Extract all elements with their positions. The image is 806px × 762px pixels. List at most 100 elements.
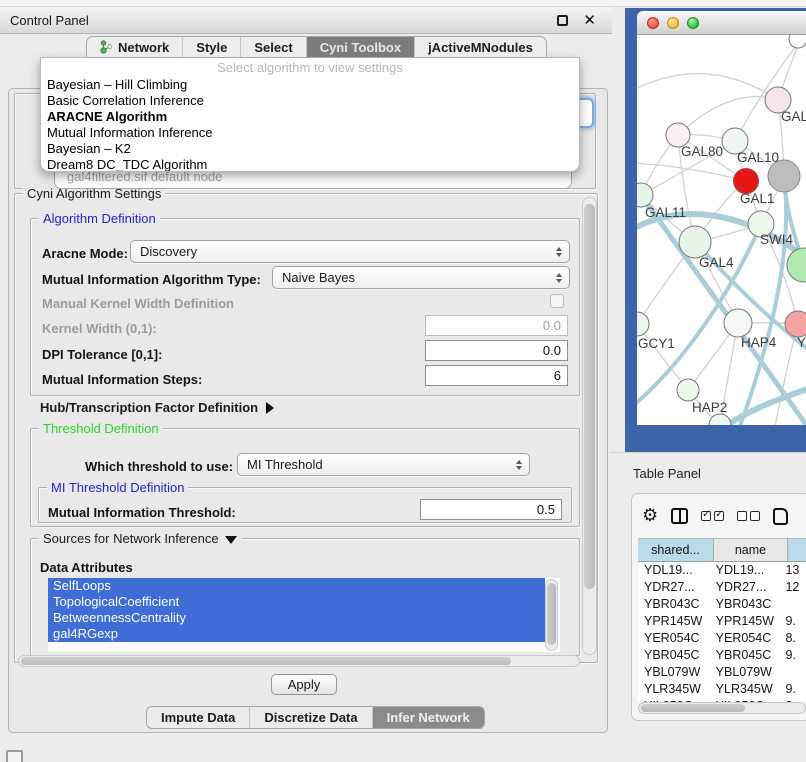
tab-select[interactable]: Select bbox=[241, 37, 306, 57]
application-window: Control Panel ✕ NetworkStyleSelectCyni T… bbox=[0, 0, 806, 762]
settings-hscrollbar[interactable] bbox=[18, 655, 580, 667]
kernel-width-field[interactable]: 0.0 bbox=[425, 315, 568, 336]
table-cell: 9. bbox=[779, 647, 806, 664]
float-window-icon[interactable] bbox=[557, 15, 568, 26]
network-node[interactable] bbox=[734, 169, 759, 194]
column-header-shared[interactable]: shared... bbox=[638, 539, 714, 561]
top-strip bbox=[0, 0, 806, 7]
table-cell: YBR043C bbox=[638, 596, 710, 613]
network-edge[interactable] bbox=[735, 41, 800, 141]
select-all-columns-icon[interactable] bbox=[701, 511, 724, 521]
table-toolbar: ⚙ bbox=[642, 502, 788, 530]
table-row[interactable]: YDR27...YDR27...12 bbox=[638, 579, 806, 596]
network-edge[interactable] bbox=[641, 195, 806, 425]
mi-threshold-field[interactable]: 0.5 bbox=[420, 499, 562, 520]
network-node[interactable] bbox=[709, 414, 731, 425]
aracne-mode-combo[interactable]: Discovery bbox=[130, 240, 570, 263]
control-panel-titlebar: Control Panel ✕ bbox=[0, 7, 612, 34]
attribute-item-topologicalcoefficient[interactable]: TopologicalCoefficient bbox=[48, 594, 545, 610]
table-row[interactable]: YER054CYER054C8. bbox=[638, 630, 806, 647]
network-node[interactable] bbox=[637, 183, 653, 207]
table-cell bbox=[779, 664, 806, 681]
network-node-label: GAL4 bbox=[699, 255, 734, 270]
attribute-item-selfloops[interactable]: SelfLoops bbox=[48, 578, 545, 594]
hub-definition-expander[interactable]: Hub/Transcription Factor Definition bbox=[40, 400, 274, 415]
attribute-item-gal4rgexp[interactable]: gal4RGexp bbox=[48, 626, 545, 642]
apply-button-label: Apply bbox=[288, 677, 321, 692]
kernel-width-label: Kernel Width (0,1): bbox=[42, 321, 157, 336]
data-attributes-list: SelfLoopsTopologicalCoefficientBetweenne… bbox=[48, 578, 560, 652]
table-cell: 13 bbox=[779, 562, 806, 579]
mi-algorithm-type-combo[interactable]: Naive Bayes bbox=[272, 266, 570, 289]
column-header-2[interactable] bbox=[788, 539, 806, 561]
dpi-tolerance-field[interactable]: 0.0 bbox=[425, 340, 568, 361]
which-threshold-combo[interactable]: MI Threshold bbox=[237, 453, 530, 476]
network-node[interactable] bbox=[637, 312, 649, 336]
network-node-label: GCY1 bbox=[638, 336, 675, 351]
column-header-name[interactable]: name bbox=[714, 539, 788, 561]
network-node[interactable] bbox=[724, 309, 752, 337]
bottom-tab-discretize-data[interactable]: Discretize Data bbox=[250, 707, 372, 728]
control-panel-title: Control Panel bbox=[10, 13, 89, 28]
table-row[interactable]: YLR345WYLR345W9. bbox=[638, 681, 806, 698]
table-row[interactable]: YDL19...YDL19...13 bbox=[638, 562, 806, 579]
table-hscrollbar[interactable] bbox=[638, 702, 806, 714]
dropdown-item-bayesian-hill-climbing[interactable]: Bayesian – Hill Climbing bbox=[41, 77, 579, 93]
mi-steps-value: 6 bbox=[554, 368, 561, 383]
close-icon[interactable]: ✕ bbox=[583, 11, 596, 29]
bottom-tab-infer-network[interactable]: Infer Network bbox=[373, 707, 484, 728]
network-graph[interactable]: GALGAL80GAL10GAL1GAL11SWI4GAL4GCY1HAP4YH… bbox=[637, 35, 806, 425]
table-cell: YPR145W bbox=[710, 613, 780, 630]
network-node[interactable] bbox=[677, 379, 699, 401]
network-canvas[interactable]: GALGAL80GAL10GAL1GAL11SWI4GAL4GCY1HAP4YH… bbox=[637, 35, 806, 425]
minimize-traffic-light-icon[interactable] bbox=[667, 17, 679, 29]
dropdown-item-mutual-information-inference[interactable]: Mutual Information Inference bbox=[41, 125, 579, 141]
settings-gear-icon[interactable]: ⚙ bbox=[642, 507, 658, 525]
table-row[interactable]: YBL079WYBL079W bbox=[638, 664, 806, 681]
control-panel-tabbar: NetworkStyleSelectCyni ToolboxjActiveMNo… bbox=[86, 36, 547, 58]
table-cell bbox=[779, 596, 806, 613]
document-icon[interactable] bbox=[773, 508, 788, 525]
table-cell: YLR345W bbox=[638, 681, 710, 698]
combo-spinner-icon bbox=[516, 460, 522, 470]
tab-style[interactable]: Style bbox=[183, 37, 241, 57]
attributes-scrollbar[interactable] bbox=[545, 579, 558, 651]
table-cell: YDR27... bbox=[710, 579, 780, 596]
apply-button[interactable]: Apply bbox=[271, 674, 337, 695]
split-columns-icon[interactable] bbox=[671, 508, 688, 524]
tab-jactivemnodules[interactable]: jActiveMNodules bbox=[415, 37, 546, 57]
table-cell: YPR145W bbox=[638, 613, 710, 630]
network-edge[interactable] bbox=[678, 97, 778, 135]
dropdown-item-bayesian-k2[interactable]: Bayesian – K2 bbox=[41, 141, 579, 157]
settings-vscrollbar[interactable] bbox=[582, 197, 597, 655]
collapse-down-icon[interactable] bbox=[225, 536, 237, 544]
network-edge[interactable] bbox=[637, 163, 746, 181]
table-row[interactable]: YPR145WYPR145W9. bbox=[638, 613, 806, 630]
mi-threshold-definition-title: MI Threshold Definition bbox=[47, 480, 188, 495]
minimized-panel-icon[interactable] bbox=[6, 750, 23, 762]
network-node[interactable] bbox=[789, 35, 806, 48]
hub-definition-label: Hub/Transcription Factor Definition bbox=[40, 400, 258, 415]
table-cell: 9. bbox=[779, 613, 806, 630]
network-node[interactable] bbox=[785, 311, 806, 337]
network-node[interactable] bbox=[787, 248, 806, 282]
tab-network[interactable]: Network bbox=[87, 37, 183, 57]
manual-kernel-checkbox[interactable] bbox=[550, 294, 564, 308]
dropdown-item-basic-correlation-inference[interactable]: Basic Correlation Inference bbox=[41, 93, 579, 109]
attribute-item-betweennesscentrality[interactable]: BetweennessCentrality bbox=[48, 610, 545, 626]
combo-spinner-icon bbox=[556, 273, 562, 283]
mi-algorithm-type-value: Naive Bayes bbox=[282, 270, 355, 285]
bottom-tab-impute-data[interactable]: Impute Data bbox=[147, 707, 250, 728]
tab-cyni-toolbox[interactable]: Cyni Toolbox bbox=[307, 37, 415, 57]
table-row[interactable]: YBR043CYBR043C bbox=[638, 596, 806, 613]
zoom-traffic-light-icon[interactable] bbox=[687, 17, 699, 29]
dropdown-item-aracne-algorithm[interactable]: ARACNE Algorithm bbox=[41, 109, 579, 125]
dropdown-item-dream8-dc-tdc-algorithm[interactable]: Dream8 DC_TDC Algorithm bbox=[41, 157, 579, 172]
deselect-all-columns-icon[interactable] bbox=[737, 511, 760, 521]
table-row[interactable]: YBR045CYBR045C9. bbox=[638, 647, 806, 664]
table-cell: YDL19... bbox=[710, 562, 780, 579]
mi-steps-field[interactable]: 6 bbox=[425, 365, 568, 386]
network-node[interactable] bbox=[679, 226, 711, 258]
table-cell: 12 bbox=[779, 579, 806, 596]
close-traffic-light-icon[interactable] bbox=[647, 17, 659, 29]
